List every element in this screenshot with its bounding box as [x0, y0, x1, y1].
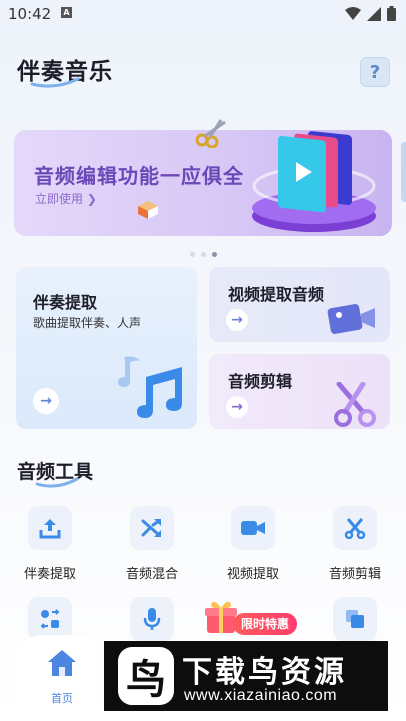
scissors-icon — [334, 382, 376, 427]
card-title: 音频剪辑 — [228, 372, 293, 391]
tool-audio-mix[interactable]: 音频混合 — [108, 506, 196, 582]
banner-pagination — [190, 252, 217, 257]
shuffle-icon — [130, 506, 174, 550]
battery-icon — [387, 6, 396, 21]
pagination-dot — [190, 252, 195, 257]
watermark-logo-icon: 鸟 — [118, 647, 174, 705]
arrow-right-icon[interactable]: → — [226, 396, 248, 418]
video-camera-icon — [231, 506, 275, 550]
audio-cut-card[interactable]: 音频剪辑 → — [209, 354, 390, 429]
video-camera-icon — [327, 304, 375, 334]
tool-video-extract[interactable]: 视频提取 — [209, 506, 297, 582]
tool-label: 伴奏提取 — [23, 567, 76, 582]
tool-label: 音频剪辑 — [328, 567, 381, 582]
watermark-text: 下载鸟资源 — [182, 655, 347, 690]
notification-badge-icon: A — [61, 7, 72, 18]
pagination-dot-active — [212, 252, 217, 257]
section-underline-decoration — [35, 477, 79, 488]
next-banner-peek — [401, 142, 406, 202]
limited-offer-badge[interactable]: 限时特惠 — [233, 613, 297, 635]
help-button[interactable]: ? — [360, 57, 390, 87]
wifi-icon — [345, 7, 361, 20]
title-underline-decoration — [30, 77, 80, 88]
copy-icon — [333, 597, 377, 641]
scissors-decoration-icon — [195, 119, 226, 148]
upload-icon — [28, 506, 72, 550]
tool-microphone[interactable] — [108, 597, 196, 641]
banner-title: 音频编辑功能一应俱全 — [34, 164, 244, 188]
arrow-right-icon[interactable]: → — [33, 388, 59, 414]
watermark-overlay: 鸟 下载鸟资源 www.xiazainiao.com — [104, 641, 388, 711]
card-title: 伴奏提取 — [33, 293, 98, 312]
status-time: 10:42 — [8, 5, 52, 23]
signal-icon — [367, 6, 381, 21]
banner-use-now-link[interactable]: 立即使用 ❯ — [35, 190, 97, 207]
status-icons — [345, 6, 396, 21]
watermark-url: www.xiazainiao.com — [184, 687, 338, 704]
video-extract-audio-card[interactable]: 视频提取音频 → — [209, 267, 390, 342]
cube-decoration-icon — [138, 201, 158, 219]
status-bar: 10:42 A — [0, 0, 406, 28]
tool-label: 视频提取 — [226, 567, 279, 582]
pagination-dot — [201, 252, 206, 257]
microphone-icon — [130, 597, 174, 641]
music-note-icon — [118, 356, 182, 418]
tool-copy[interactable] — [311, 597, 399, 641]
scissors-icon — [333, 506, 377, 550]
arrow-right-icon[interactable]: → — [226, 309, 248, 331]
tool-label: 音频混合 — [125, 567, 178, 582]
accompaniment-extract-card[interactable]: 伴奏提取 歌曲提取伴奏、人声 → — [16, 267, 197, 429]
nav-home-label[interactable]: 首页 — [51, 690, 73, 706]
bottom-navigation: 首页 — [16, 635, 94, 715]
tool-accompaniment-extract[interactable]: 伴奏提取 — [6, 506, 94, 582]
home-icon[interactable] — [47, 649, 77, 677]
video-stack-illustration-icon — [252, 131, 376, 232]
tool-audio-cut[interactable]: 音频剪辑 — [311, 506, 399, 582]
card-subtitle: 歌曲提取伴奏、人声 — [33, 316, 142, 330]
card-title: 视频提取音频 — [228, 285, 325, 304]
